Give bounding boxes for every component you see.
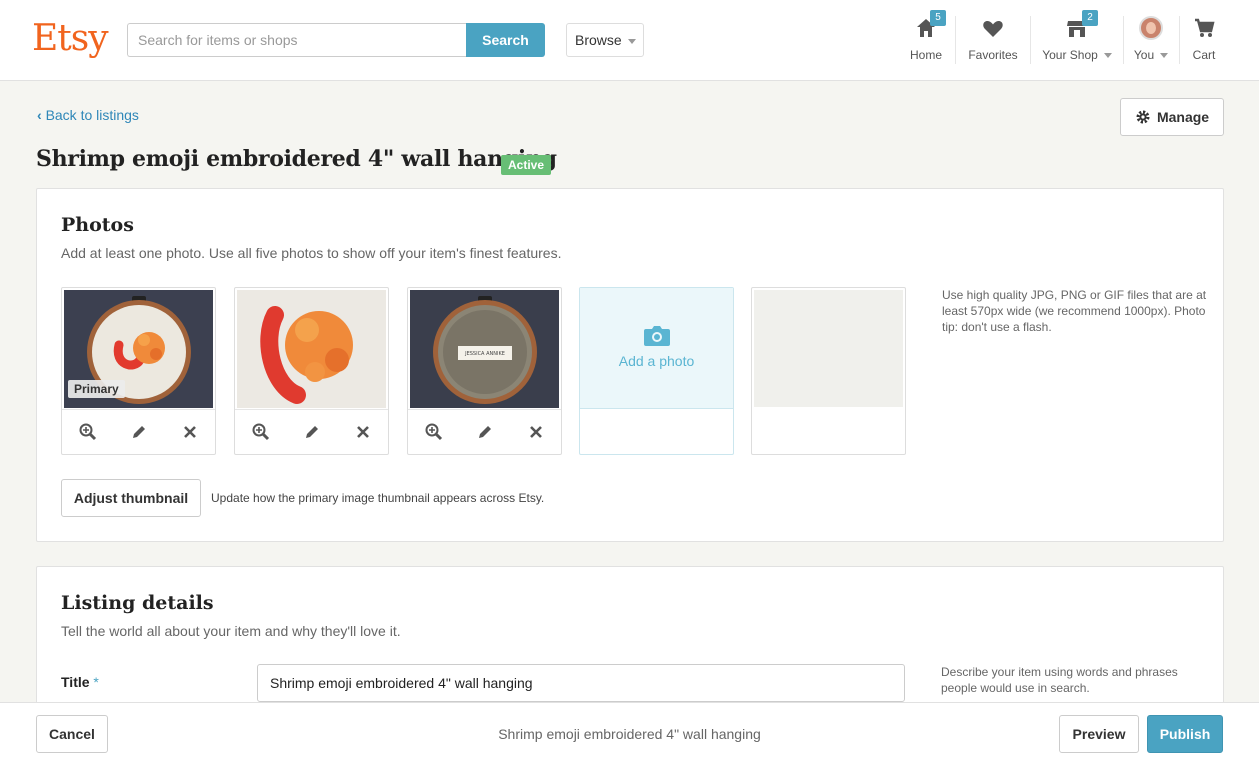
zoom-in-icon[interactable] [78, 422, 98, 442]
nav-your-shop[interactable]: 2 Your Shop [1040, 10, 1114, 66]
nav-home-label: Home [909, 48, 942, 62]
empty-photo-slot[interactable] [751, 287, 906, 455]
shrimp-closeup-photo [237, 290, 386, 408]
adjust-thumbnail-note: Update how the primary image thumbnail a… [211, 491, 545, 505]
back-to-listings-link[interactable]: ‹ Back to listings [37, 107, 139, 123]
close-icon[interactable] [353, 422, 373, 442]
photos-card: Photos Add at least one photo. Use all f… [36, 188, 1224, 542]
browse-dropdown[interactable]: Browse [566, 23, 644, 57]
nav-favorites-label: Favorites [968, 48, 1018, 62]
publish-button[interactable]: Publish [1147, 715, 1223, 753]
manage-button[interactable]: Manage [1120, 98, 1224, 136]
cart-icon [1195, 18, 1215, 37]
adjust-thumbnail-button[interactable]: Adjust thumbnail [61, 479, 201, 517]
nav-divider [1123, 16, 1124, 64]
avatar [1139, 16, 1163, 40]
action-bar: Cancel Shrimp emoji embroidered 4" wall … [0, 702, 1259, 764]
listing-details-card: Listing details Tell the world all about… [36, 566, 1224, 716]
chevron-left-icon: ‹ [37, 107, 46, 123]
photo-slot-3: JESSICA ANNIKE [407, 287, 562, 455]
nav-your-shop-label: Your Shop [1040, 48, 1114, 62]
photo-actions [62, 409, 215, 454]
edit-icon[interactable] [302, 422, 322, 442]
add-photo-button[interactable]: Add a photo [580, 288, 733, 409]
title-input[interactable] [257, 664, 905, 702]
gear-icon [1136, 110, 1150, 124]
title-hint: Describe your item using words and phras… [941, 665, 1178, 695]
home-badge: 5 [930, 10, 946, 26]
tag-label: JESSICA ANNIKE [464, 351, 505, 357]
add-photo-label: Add a photo [618, 353, 695, 369]
close-icon[interactable] [526, 422, 546, 442]
required-marker: * [93, 674, 99, 690]
site-header: Etsy Search Browse 5 Home Favorites 2 Yo… [0, 0, 1259, 81]
zoom-in-icon[interactable] [251, 422, 271, 442]
edit-icon[interactable] [129, 422, 149, 442]
photo-slot-1: Primary [61, 287, 216, 455]
browse-label: Browse [575, 32, 622, 48]
heart-icon [983, 21, 1003, 37]
nav-divider [1179, 16, 1180, 64]
photo-actions [408, 409, 561, 454]
hoop-back-photo: JESSICA ANNIKE [410, 290, 559, 408]
add-photo-slot[interactable]: Add a photo [579, 287, 734, 455]
search-input[interactable] [127, 23, 467, 57]
details-subtitle: Tell the world all about your item and w… [61, 623, 401, 639]
page-title: Shrimp emoji embroidered 4" wall hanging [36, 146, 557, 172]
photo-slot-2 [234, 287, 389, 455]
nav-you-label: You [1132, 48, 1170, 62]
title-label: Title * [61, 674, 99, 690]
nav-cart-label: Cart [1192, 48, 1216, 62]
photos-subtitle: Add at least one photo. Use all five pho… [61, 245, 562, 261]
photo-tip: Use high quality JPG, PNG or GIF files t… [942, 288, 1207, 334]
nav-divider [955, 16, 956, 64]
nav-favorites[interactable]: Favorites [964, 16, 1022, 66]
close-icon[interactable] [180, 422, 200, 442]
empty-photo-placeholder [754, 290, 903, 407]
nav-divider [1030, 16, 1031, 64]
details-heading: Listing details [61, 592, 214, 614]
photo-actions [235, 409, 388, 454]
edit-icon[interactable] [475, 422, 495, 442]
camera-icon [643, 326, 670, 346]
chevron-down-icon [627, 38, 636, 44]
zoom-in-icon[interactable] [424, 422, 444, 442]
chevron-down-icon [1160, 53, 1169, 59]
primary-tag: Primary [68, 380, 125, 398]
chevron-down-icon [1103, 53, 1112, 59]
nav-home[interactable]: 5 Home [906, 10, 946, 66]
photos-heading: Photos [61, 214, 134, 236]
etsy-logo[interactable]: Etsy [32, 18, 109, 59]
photo-thumbnail[interactable]: JESSICA ANNIKE [410, 290, 559, 408]
shop-badge: 2 [1082, 10, 1098, 26]
photo-thumbnail[interactable] [237, 290, 386, 408]
search-button[interactable]: Search [466, 23, 545, 57]
nav-you[interactable]: You [1132, 16, 1170, 66]
nav-cart[interactable]: Cart [1188, 16, 1220, 66]
preview-button[interactable]: Preview [1059, 715, 1139, 753]
status-badge: Active [501, 155, 552, 175]
